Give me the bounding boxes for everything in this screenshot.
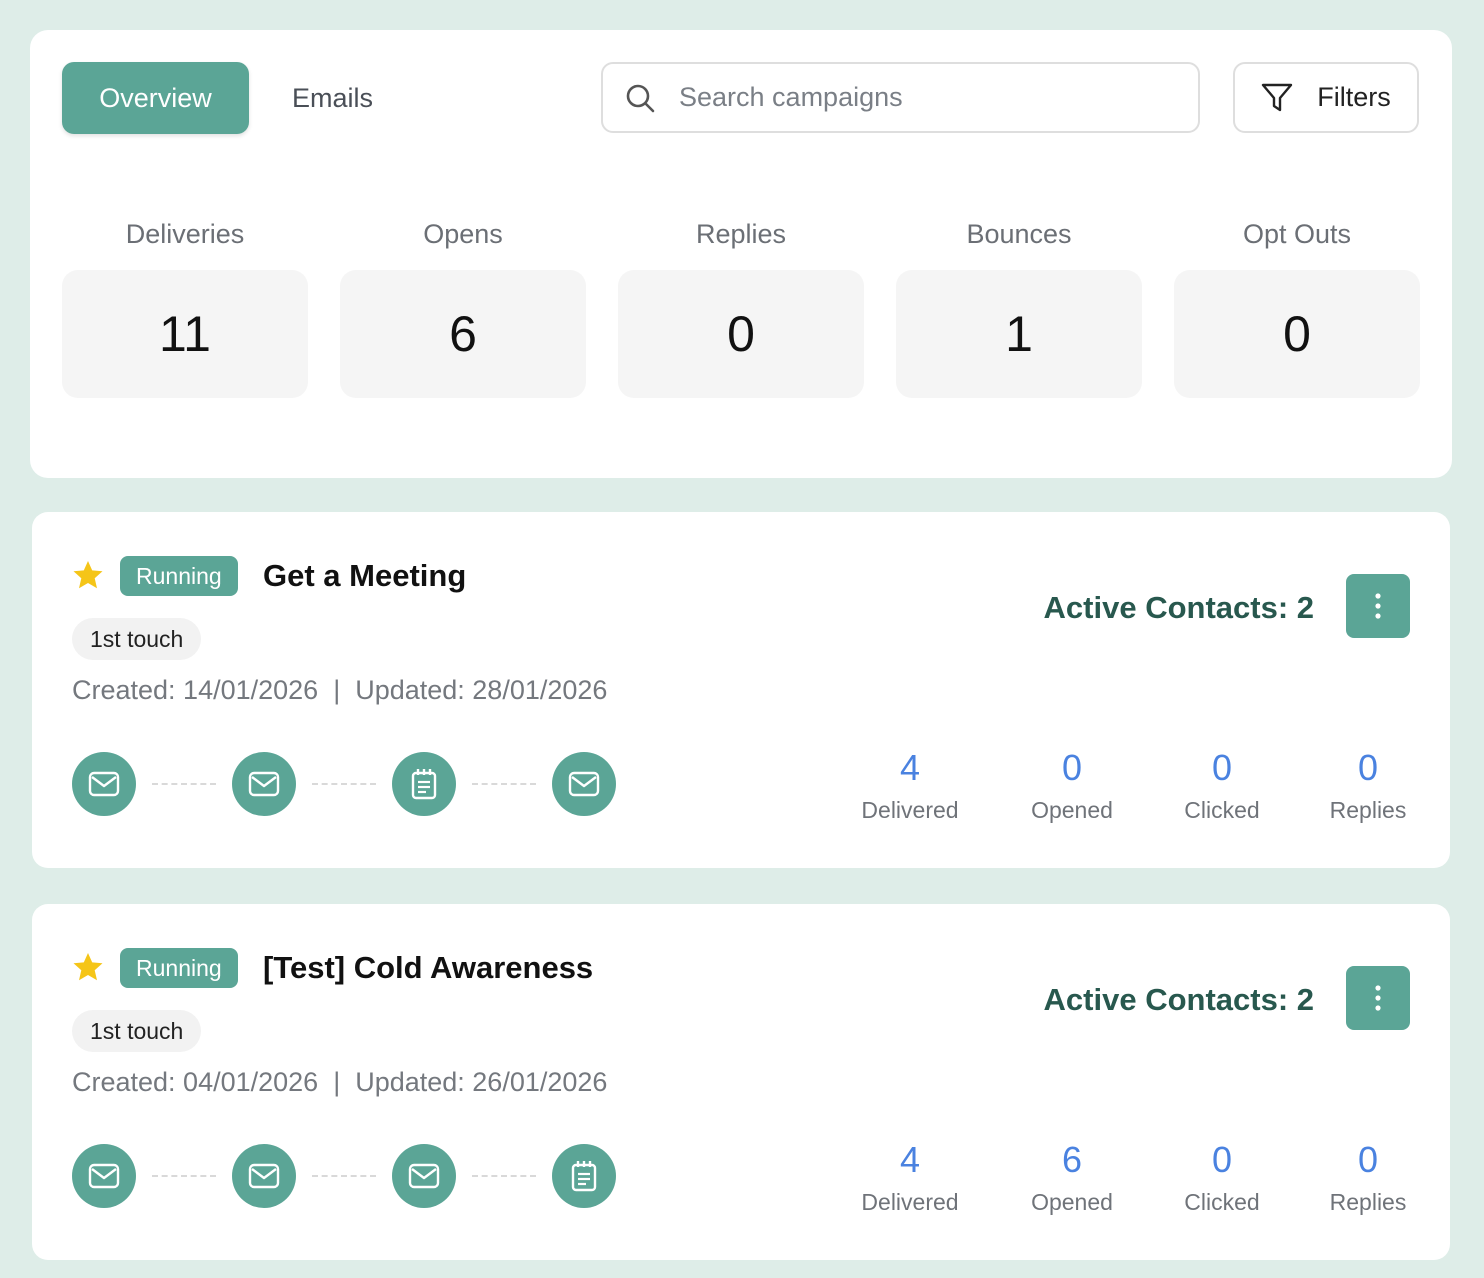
step-email[interactable] <box>232 1144 296 1208</box>
stat-value: 0 <box>1174 270 1420 398</box>
metric-value: 0 <box>1211 747 1233 788</box>
search-icon <box>626 84 655 112</box>
metric-value: 0 <box>1357 1139 1379 1180</box>
stat-label: Deliveries <box>125 219 245 249</box>
step-email[interactable] <box>72 752 136 816</box>
mail-icon <box>248 771 280 797</box>
stat-value: 0 <box>618 270 864 398</box>
stat-opens: Opens 6 <box>340 216 586 398</box>
mail-icon <box>248 1163 280 1189</box>
task-icon <box>571 1161 597 1192</box>
stat-replies: Replies 0 <box>618 216 864 398</box>
metric-value: 0 <box>1061 747 1083 788</box>
step-task[interactable] <box>392 752 456 816</box>
stat-opt-outs: Opt Outs 0 <box>1174 216 1420 398</box>
star-icon[interactable] <box>72 560 104 590</box>
stat-value: 11 <box>62 270 308 398</box>
mail-icon <box>88 1163 120 1189</box>
step-connector <box>312 783 376 785</box>
metric-delivered: 4 Delivered <box>850 746 970 828</box>
metric-delivered: 4 Delivered <box>850 1138 970 1220</box>
step-connector <box>152 783 216 785</box>
campaign-dates: Created: 14/01/2026 | Updated: 28/01/202… <box>72 675 608 705</box>
mail-icon <box>88 771 120 797</box>
metric-value: 6 <box>1061 1139 1083 1180</box>
active-contacts: Active Contacts: 2 <box>1043 590 1314 625</box>
touch-tag: 1st touch <box>72 618 202 660</box>
metric-label: Delivered <box>861 1189 959 1215</box>
stat-deliveries: Deliveries 11 <box>62 216 308 398</box>
step-email[interactable] <box>232 752 296 816</box>
filters-button[interactable]: Filters <box>1233 62 1419 133</box>
metric-value: 0 <box>1357 747 1379 788</box>
metric-label: Replies <box>1329 1189 1407 1215</box>
more-options-button[interactable] <box>1346 966 1410 1030</box>
metric-clicked: 0 Clicked <box>1172 746 1272 828</box>
more-vertical-icon <box>1375 593 1381 619</box>
metric-label: Opened <box>1031 1189 1113 1215</box>
step-email[interactable] <box>552 752 616 816</box>
filter-icon <box>1262 83 1293 111</box>
step-connector <box>472 783 536 785</box>
metric-replies: 0 Replies <box>1318 746 1418 828</box>
metric-value: 4 <box>899 1139 921 1180</box>
tab-emails[interactable]: Emails <box>280 62 385 134</box>
star-icon[interactable] <box>72 952 104 982</box>
metric-replies: 0 Replies <box>1318 1138 1418 1220</box>
tab-overview[interactable]: Overview <box>62 62 249 134</box>
search-input[interactable] <box>679 82 1159 113</box>
metric-label: Clicked <box>1184 1189 1260 1215</box>
stat-label: Opt Outs <box>1242 219 1352 249</box>
step-email[interactable] <box>392 1144 456 1208</box>
step-email[interactable] <box>72 1144 136 1208</box>
task-icon <box>411 769 437 800</box>
status-badge: Running <box>120 948 238 988</box>
metric-value: 0 <box>1211 1139 1233 1180</box>
metric-value: 4 <box>899 747 921 788</box>
step-connector <box>472 1175 536 1177</box>
metric-label: Opened <box>1031 797 1113 823</box>
mail-icon <box>408 1163 440 1189</box>
stat-label: Opens <box>423 219 503 249</box>
campaign-card[interactable]: Running [Test] Cold Awareness 1st touch … <box>32 904 1450 1260</box>
stat-label: Bounces <box>966 219 1072 249</box>
campaign-dates: Created: 04/01/2026 | Updated: 26/01/202… <box>72 1067 608 1097</box>
metric-opened: 6 Opened <box>1016 1138 1128 1220</box>
metric-clicked: 0 Clicked <box>1172 1138 1272 1220</box>
overview-panel: Overview Emails Filters Deliveries 11 Op… <box>30 30 1452 478</box>
step-connector <box>152 1175 216 1177</box>
metric-label: Clicked <box>1184 797 1260 823</box>
step-connector <box>312 1175 376 1177</box>
more-options-button[interactable] <box>1346 574 1410 638</box>
metric-label: Replies <box>1329 797 1407 823</box>
metric-opened: 0 Opened <box>1016 746 1128 828</box>
stat-label: Replies <box>695 219 787 249</box>
stat-value: 1 <box>896 270 1142 398</box>
more-vertical-icon <box>1375 985 1381 1011</box>
status-badge: Running <box>120 556 238 596</box>
sequence-steps <box>72 1144 616 1208</box>
filters-label: Filters <box>1317 82 1391 112</box>
campaign-title[interactable]: [Test] Cold Awareness <box>263 948 593 988</box>
campaign-card[interactable]: Running Get a Meeting 1st touch Created:… <box>32 512 1450 868</box>
active-contacts: Active Contacts: 2 <box>1043 982 1314 1017</box>
search-box[interactable] <box>601 62 1200 133</box>
sequence-steps <box>72 752 616 816</box>
campaign-title[interactable]: Get a Meeting <box>263 556 466 596</box>
stat-bounces: Bounces 1 <box>896 216 1142 398</box>
step-task[interactable] <box>552 1144 616 1208</box>
stat-value: 6 <box>340 270 586 398</box>
touch-tag: 1st touch <box>72 1010 202 1052</box>
metric-label: Delivered <box>861 797 959 823</box>
mail-icon <box>568 771 600 797</box>
